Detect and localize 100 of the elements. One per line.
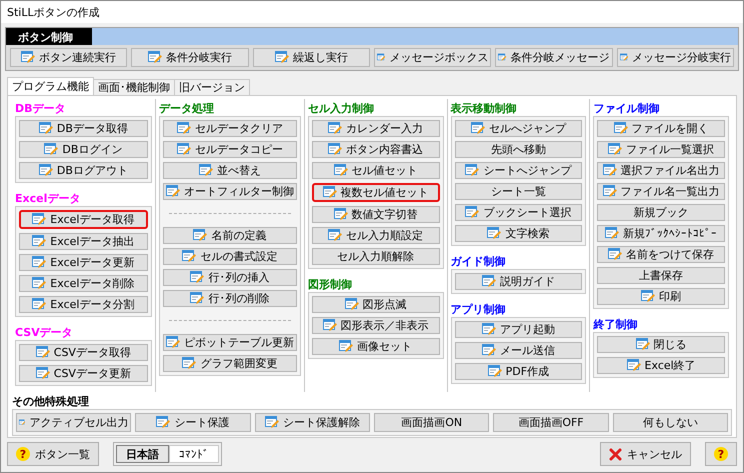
action-button[interactable]: シート保護 [135,413,251,432]
action-button[interactable]: ピボットテーブル更新 [162,334,297,351]
form-pencil-icon [470,122,485,135]
action-button[interactable]: セルデータコピー [162,141,297,158]
action-button[interactable]: 新規ブック [597,204,725,221]
action-button[interactable]: 何もしない [612,413,728,432]
action-button[interactable]: ボタン連続実行 [10,48,128,67]
action-button[interactable]: Excelデータ分割 [19,296,148,313]
action-button[interactable]: ボタン内容書込 [312,141,440,158]
action-button[interactable]: CSVデータ更新 [19,365,148,382]
action-button[interactable]: 先頭へ移動 [454,141,582,158]
action-button[interactable]: ブックシート選択 [454,204,582,221]
action-button[interactable]: 並べ替え [162,162,297,179]
form-pencil-icon [482,344,496,357]
action-button[interactable]: セルへジャンプ [454,120,582,137]
action-button[interactable]: 新規ﾌﾞｯｸﾍｼｰﾄｺﾋﾟｰ [597,225,725,242]
section-title: データ処理 [158,101,215,116]
action-button[interactable]: PDF作成 [454,363,582,380]
action-button[interactable]: Excelデータ削除 [19,275,148,292]
action-button[interactable]: セルデータクリア [162,120,297,137]
language-option[interactable]: 日本語 [116,445,169,463]
action-button[interactable]: 印刷 [597,288,725,305]
tab[interactable]: 画面･機能制御 [93,79,175,95]
group-label: ボタン制御 [6,28,92,45]
action-button[interactable]: 選択ファイル名出力 [597,162,725,179]
form-pencil-icon [608,248,622,261]
action-button[interactable]: 行･列の削除 [162,290,297,307]
action-button[interactable]: Excelデータ抽出 [19,233,148,250]
action-button[interactable]: セルの書式設定 [162,248,297,265]
form-pencil-icon [182,357,196,370]
action-button[interactable]: カレンダー入力 [312,120,440,137]
action-button[interactable]: 文字検索 [454,225,582,242]
action-button[interactable]: オートフィルター制御 [162,183,297,200]
action-button[interactable]: Excel終了 [597,357,725,374]
form-pencil-icon [339,340,354,353]
form-pencil-icon [487,227,502,240]
action-button[interactable]: メッセージ分岐実行 [616,48,734,67]
action-button[interactable]: セル値セット [312,162,440,179]
action-button[interactable]: セル入力順解除 [312,248,440,265]
help-icon: ? [714,447,728,461]
form-pencil-icon [166,185,180,198]
action-button[interactable]: Excelデータ更新 [19,254,148,271]
action-button[interactable]: CSVデータ取得 [19,344,148,361]
action-button[interactable]: 図形表示／非表示 [312,317,440,334]
action-button[interactable]: 画像セット [312,338,440,355]
action-button[interactable]: メール送信 [454,342,582,359]
form-pencil-icon [334,208,348,221]
form-pencil-icon [328,229,342,242]
action-button[interactable]: 名前の定義 [162,227,297,244]
action-button[interactable]: シート保護解除 [254,413,370,432]
action-button[interactable]: アクティブセル出力 [16,413,132,432]
action-button[interactable]: 名前をつけて保存 [597,246,725,263]
form-pencil-icon [636,338,650,351]
window-title: StiLLボタンの作成 [7,4,100,20]
action-button[interactable]: グラフ範囲変更 [162,355,297,372]
action-button[interactable]: 条件分岐実行 [131,48,249,67]
form-pencil-icon [182,250,196,263]
action-button[interactable]: 説明ガイド [454,273,582,290]
action-button[interactable]: DBデータ取得 [19,120,148,137]
form-pencil-icon [193,229,208,242]
action-button[interactable]: 画面描画OFF [493,413,609,432]
action-button[interactable]: 数値文字切替 [312,206,440,223]
action-button[interactable]: 行･列の挿入 [162,269,297,286]
form-pencil-icon [465,164,480,177]
action-button[interactable]: 繰返し実行 [252,48,370,67]
cancel-button[interactable]: キャンセル [600,442,691,466]
form-pencil-icon [274,51,289,64]
form-pencil-icon [44,143,58,156]
form-pencil-icon [641,290,656,303]
action-button[interactable]: 上書保存 [597,267,725,284]
form-pencil-icon [264,416,279,429]
section-title: CSVデータ [15,325,74,340]
help-button[interactable]: ? [705,442,737,466]
action-button[interactable]: 複数セル値セット [312,183,440,202]
action-button[interactable]: 条件分岐メッセージ [495,48,613,67]
action-button[interactable]: シートへジャンプ [454,162,582,179]
action-button[interactable]: ファイル一覧選択 [597,141,725,158]
action-button[interactable]: 閉じる [597,336,725,353]
action-button[interactable]: DBログイン [19,141,148,158]
tab[interactable]: プログラム機能 [7,77,94,95]
help-icon: ? [16,447,30,461]
action-button[interactable]: 画面描画ON [374,413,490,432]
action-button[interactable]: ファイル名一覧出力 [597,183,725,200]
action-button[interactable]: 図形点滅 [312,296,440,313]
action-button[interactable]: セル入力順設定 [312,227,440,244]
form-pencil-icon [482,275,496,288]
form-pencil-icon [328,143,342,156]
tab[interactable]: 旧バージョン [174,79,250,95]
action-button[interactable]: DBログアウト [19,162,148,179]
form-pencil-icon [488,365,502,378]
action-button[interactable]: アプリ起動 [454,321,582,338]
language-option[interactable]: ｺﾏﾝﾄﾞ [169,445,219,463]
section-title: 表示移動制御 [450,101,518,116]
form-pencil-icon [32,277,46,290]
button-list-button[interactable]: ? ボタン一覧 [7,442,99,466]
action-button[interactable]: シート一覧 [454,183,582,200]
action-button[interactable]: ファイルを開く [597,120,725,137]
action-button[interactable]: Excelデータ取得 [19,210,148,229]
form-pencil-icon [166,336,180,349]
action-button[interactable]: メッセージボックス [374,48,492,67]
